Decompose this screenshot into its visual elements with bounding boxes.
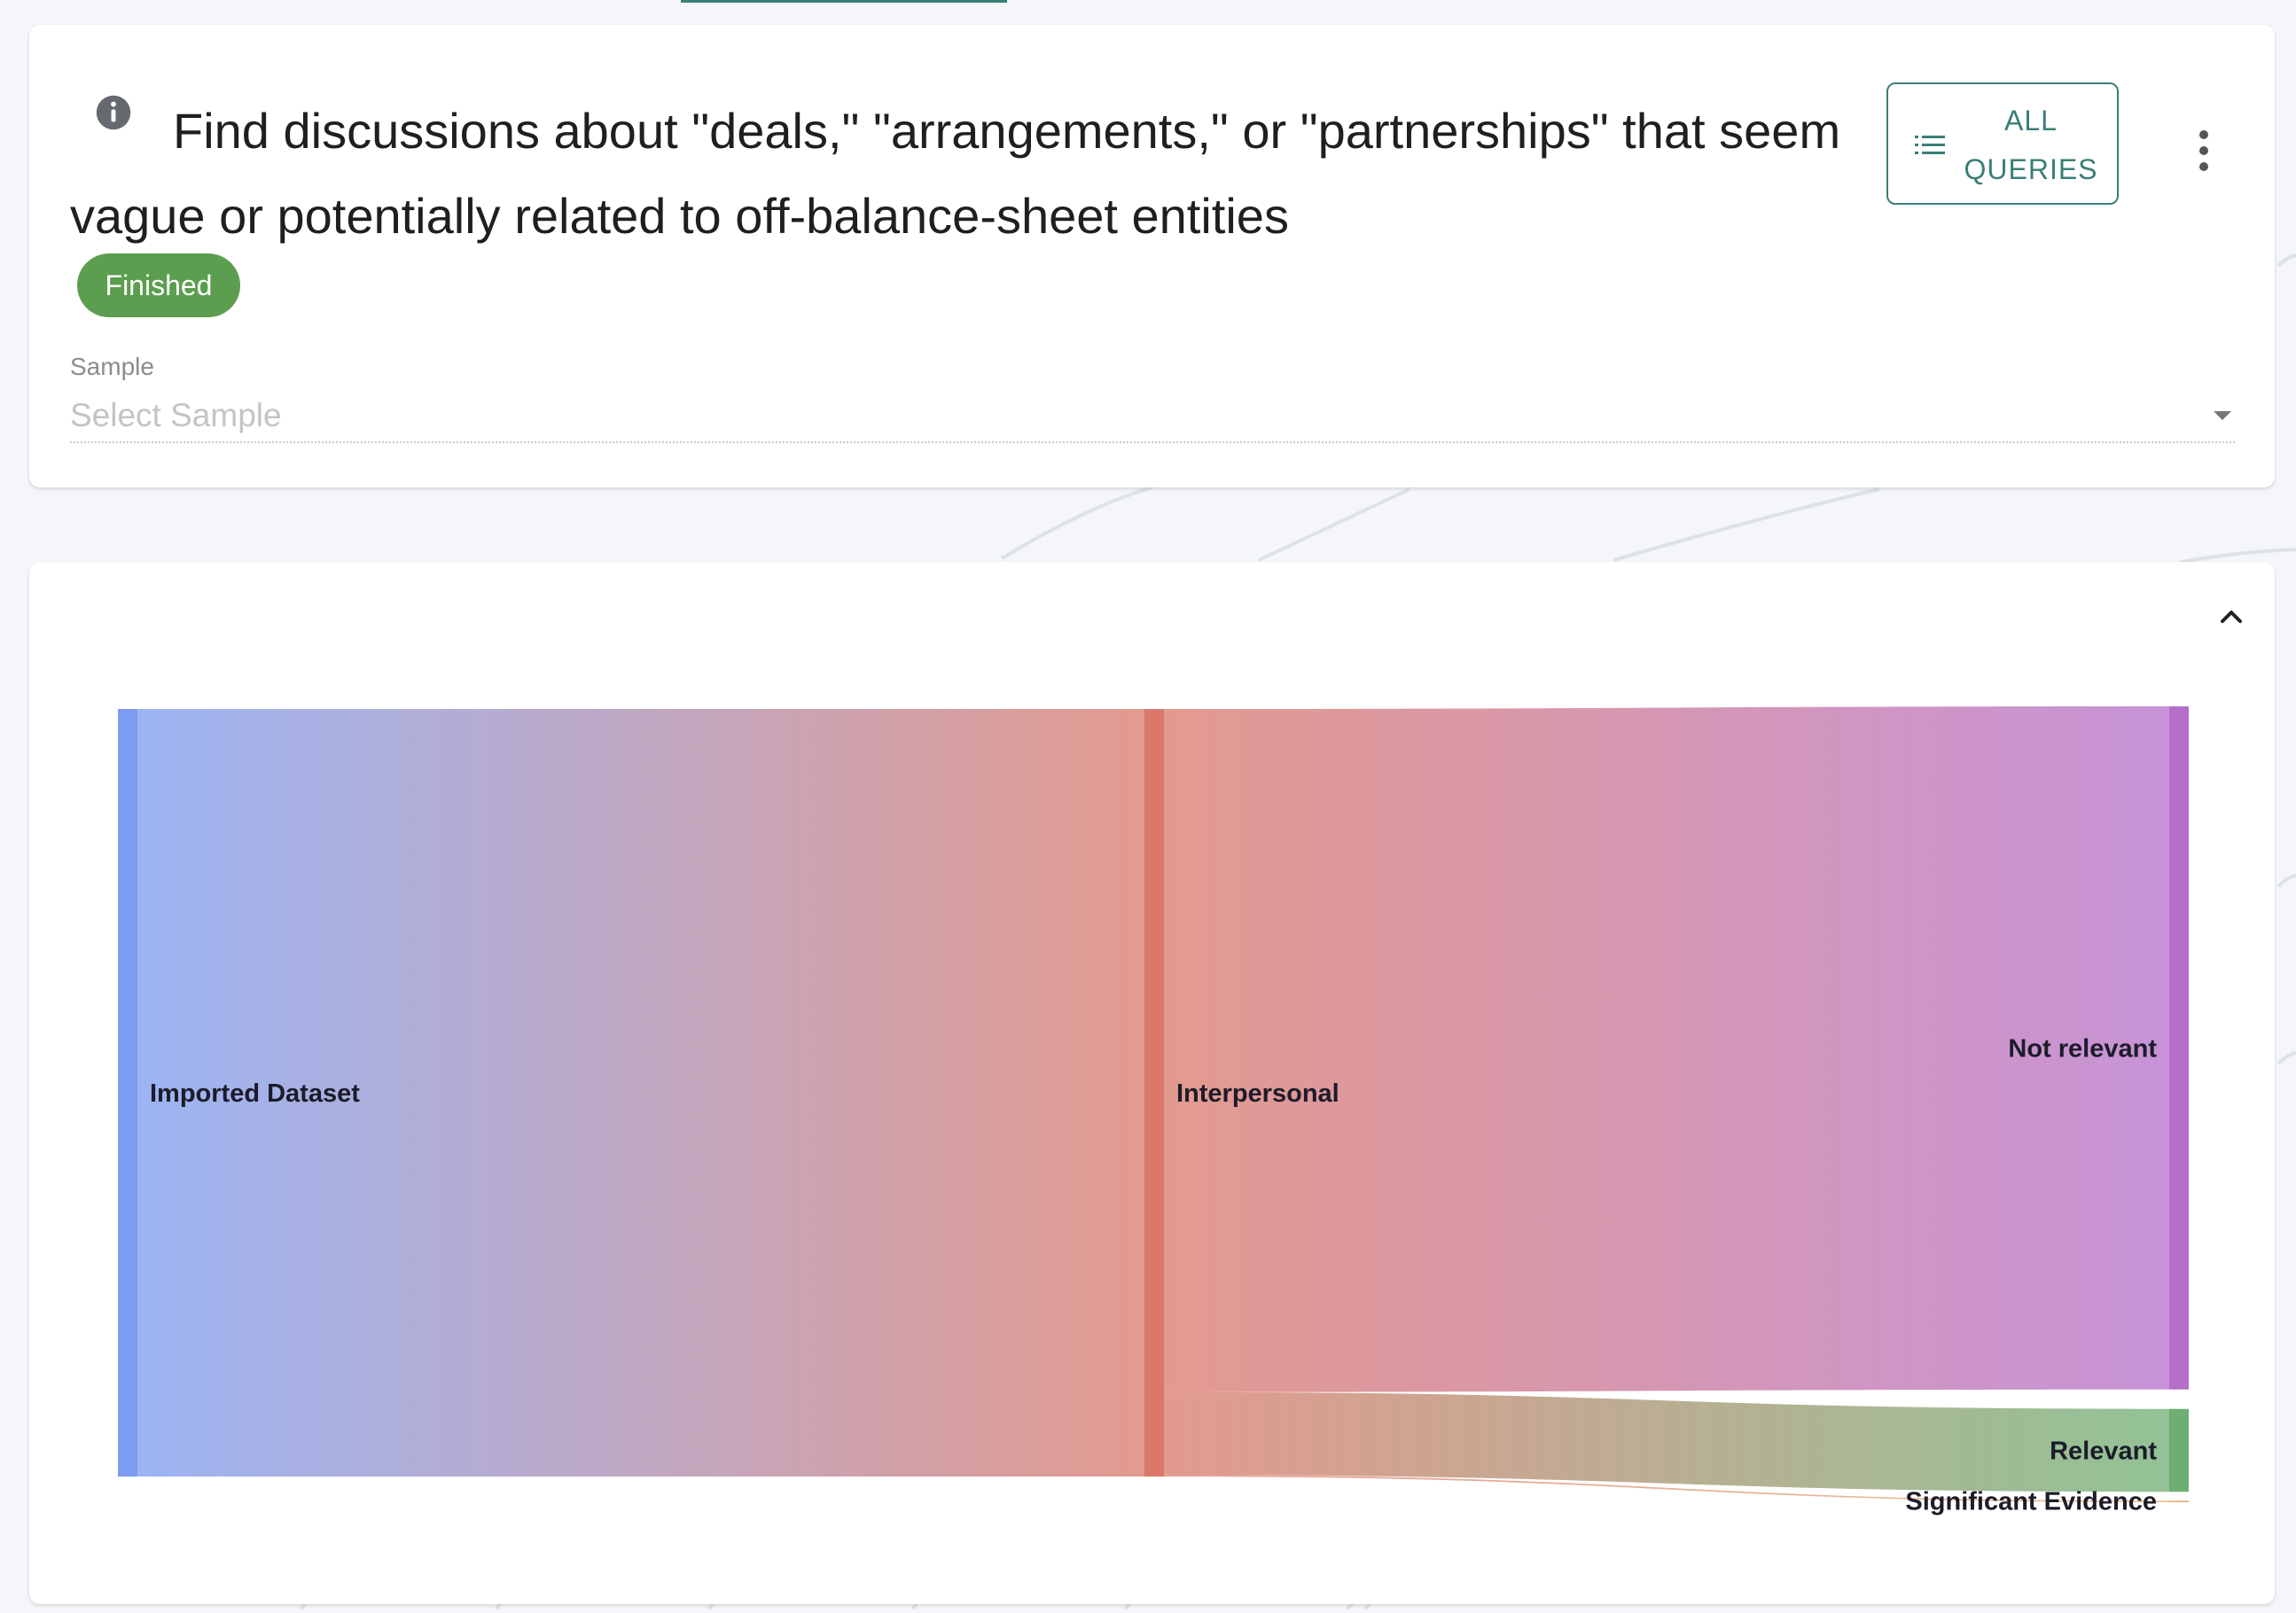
sankey-node-relevant[interactable] [2169,1408,2189,1492]
sankey-label-not_relevant: Not relevant [2008,1034,2157,1063]
sample-select[interactable]: Select Sample [70,388,2235,443]
sankey-node-interpersonal[interactable] [1144,709,1164,1477]
sankey-node-imported[interactable] [118,709,137,1477]
caret-down-icon [2214,411,2231,420]
query-card: Find discussions about "deals," "arrange… [29,25,2275,487]
active-tab-indicator [681,0,1007,3]
sankey-label-interpersonal: Interpersonal [1176,1079,1339,1108]
sankey-label-relevant: Relevant [2050,1438,2157,1466]
query-title: Find discussions about "deals," "arrange… [70,103,1841,244]
sankey-label-imported: Imported Dataset [150,1079,360,1108]
sample-label: Sample [70,353,154,380]
sankey-card: Imported Dataset Interpersonal Not relevan… [29,562,2275,1604]
more-vert-icon[interactable] [2195,128,2213,174]
sankey-chart: Imported Dataset Interpersonal Not relevan… [118,706,2189,1516]
sankey-node-significant[interactable] [2169,1500,2189,1502]
all-queries-label: ALL QUERIES [1964,105,2098,185]
sample-select-placeholder: Select Sample [70,397,282,433]
status-badge: Finished [77,253,240,317]
all-queries-button[interactable]: ALL QUERIES [1886,82,2119,205]
sankey-label-significant: Significant Evidence [1905,1487,2157,1516]
list-icon [1915,136,1945,154]
sankey-node-not_relevant[interactable] [2169,706,2189,1390]
